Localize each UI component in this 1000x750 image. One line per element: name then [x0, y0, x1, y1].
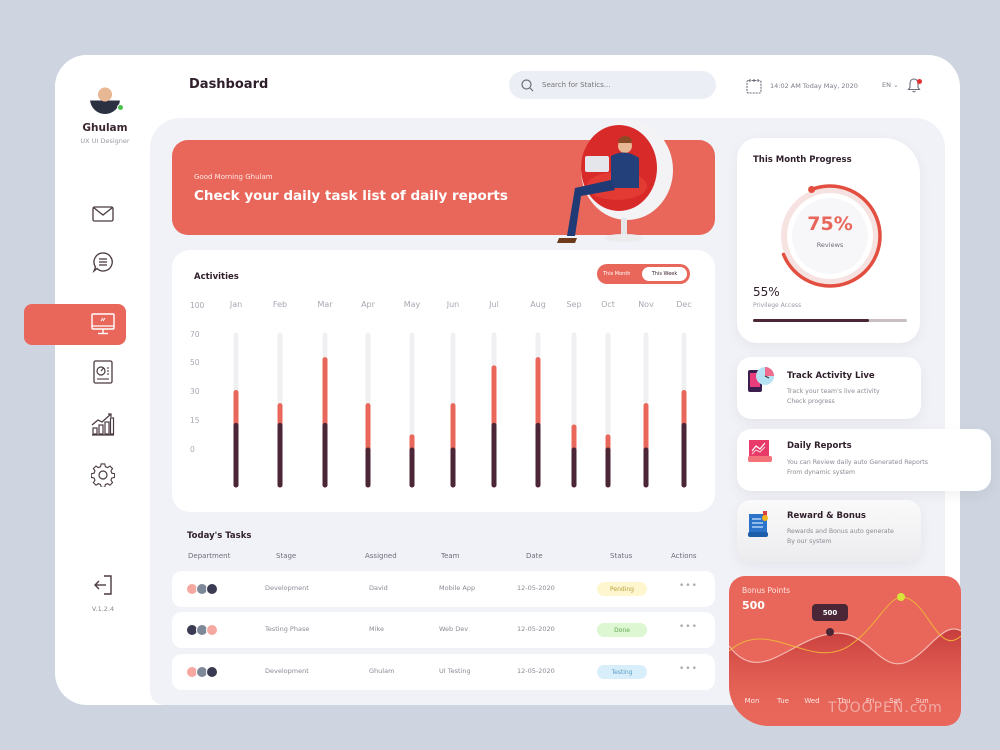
privilege-caption: Privilege Access	[753, 302, 802, 309]
task-assigned: David	[369, 584, 388, 592]
reviews-caption: Reviews	[816, 241, 844, 249]
day-label: Tue	[777, 697, 789, 705]
team-member-avatar	[206, 583, 218, 595]
feature-title: Reward & Bonus	[787, 511, 866, 521]
progress-title: This Month Progress	[753, 155, 852, 165]
team-member-avatar	[206, 624, 218, 636]
reward-icon	[748, 511, 768, 537]
task-team: UI Testing	[439, 667, 471, 675]
row-actions-menu[interactable]: •••	[679, 622, 698, 632]
task-stage: Testing Phase	[265, 625, 310, 633]
status-badge: Testing	[597, 665, 647, 679]
column-header-actions: Actions	[671, 552, 697, 560]
watermark: TOOOPEN.com	[828, 700, 943, 716]
bonus-title: Bonus Points	[742, 586, 791, 595]
task-stage: Development	[265, 584, 309, 592]
column-header-stage: Stage	[276, 552, 297, 560]
column-header-department: Department	[188, 552, 231, 560]
ring-knob	[808, 186, 816, 194]
task-date: 12-05-2020	[517, 667, 555, 675]
bonus-value: 500	[742, 599, 765, 612]
privilege-progress-fill	[753, 319, 869, 322]
status-badge: Pending	[597, 582, 647, 596]
feature-desc: You can Review daily auto Generated Repo…	[787, 459, 928, 476]
task-assigned: Ghulam	[369, 667, 395, 675]
task-team: Mobile App	[439, 584, 476, 592]
task-assigned: Mike	[369, 625, 384, 633]
task-stage: Development	[265, 667, 309, 675]
tasks-title: Today's Tasks	[187, 531, 252, 541]
privilege-percent: 55%	[753, 285, 780, 299]
task-date: 12-05-2020	[517, 625, 555, 633]
row-actions-menu[interactable]: •••	[679, 664, 698, 674]
column-header-team: Team	[441, 552, 460, 560]
column-header-date: Date	[526, 552, 543, 560]
ring-center	[792, 198, 868, 274]
bonus-peak-marker	[897, 593, 905, 601]
team-member-avatar	[206, 666, 218, 678]
bonus-marker	[826, 628, 834, 636]
column-header-assigned: Assigned	[365, 552, 397, 560]
day-label: Wed	[804, 697, 820, 705]
bonus-tooltip: 500	[812, 604, 848, 621]
privilege-progress-bar	[753, 319, 907, 322]
feature-title: Track Activity Live	[787, 371, 875, 381]
day-label: Mon	[744, 697, 760, 705]
row-actions-menu[interactable]: •••	[679, 581, 698, 591]
daily-reports-icon	[748, 440, 772, 462]
task-team: Web Dev	[439, 625, 469, 633]
reviews-progress-ring	[781, 184, 882, 288]
feature-title: Daily Reports	[787, 441, 852, 451]
reviews-percent: 75%	[807, 213, 853, 235]
status-badge: Done	[597, 623, 647, 637]
feature-desc: Rewards and Bonus auto generate By our sy…	[787, 528, 894, 545]
feature-desc: Track your team's live activity Check pro…	[787, 388, 880, 405]
column-header-status: Status	[610, 552, 633, 560]
track-activity-icon	[748, 367, 774, 392]
task-date: 12-05-2020	[517, 584, 555, 592]
